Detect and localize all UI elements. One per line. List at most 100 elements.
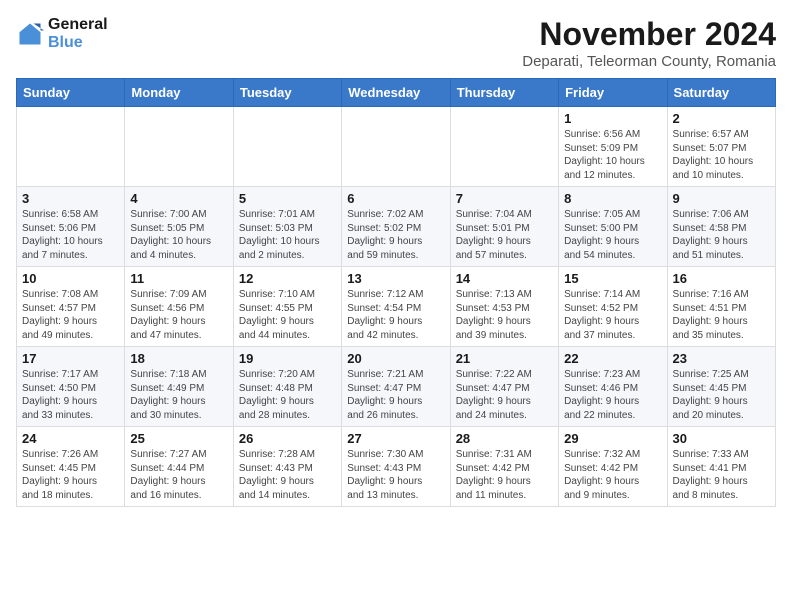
logo-text: General Blue bbox=[48, 16, 108, 51]
calendar-cell: 21 Sunrise: 7:22 AM Sunset: 4:47 PM Dayli… bbox=[450, 347, 558, 427]
day-number: 18 bbox=[130, 351, 227, 366]
day-number: 4 bbox=[130, 191, 227, 206]
day-info: Sunrise: 7:23 AM Sunset: 4:46 PM Dayligh… bbox=[564, 368, 661, 422]
day-number: 26 bbox=[239, 431, 336, 446]
day-info: Sunrise: 7:27 AM Sunset: 4:44 PM Dayligh… bbox=[130, 448, 227, 502]
day-number: 1 bbox=[564, 111, 661, 126]
header-day-saturday: Saturday bbox=[667, 79, 775, 107]
page-header: General Blue November 2024 Deparati, Tel… bbox=[16, 16, 776, 70]
day-info: Sunrise: 6:58 AM Sunset: 5:06 PM Dayligh… bbox=[22, 208, 119, 262]
day-number: 2 bbox=[673, 111, 770, 126]
day-info: Sunrise: 7:26 AM Sunset: 4:45 PM Dayligh… bbox=[22, 448, 119, 502]
header-day-wednesday: Wednesday bbox=[342, 79, 450, 107]
day-number: 19 bbox=[239, 351, 336, 366]
day-info: Sunrise: 7:18 AM Sunset: 4:49 PM Dayligh… bbox=[130, 368, 227, 422]
day-info: Sunrise: 7:00 AM Sunset: 5:05 PM Dayligh… bbox=[130, 208, 227, 262]
day-info: Sunrise: 7:01 AM Sunset: 5:03 PM Dayligh… bbox=[239, 208, 336, 262]
day-info: Sunrise: 7:21 AM Sunset: 4:47 PM Dayligh… bbox=[347, 368, 444, 422]
calendar-cell: 1Sunrise: 6:56 AM Sunset: 5:09 PM Daylig… bbox=[559, 107, 667, 187]
calendar-cell: 12Sunrise: 7:10 AM Sunset: 4:55 PM Dayli… bbox=[233, 267, 341, 347]
day-number: 12 bbox=[239, 271, 336, 286]
calendar-cell: 2 Sunrise: 6:57 AM Sunset: 5:07 PM Daylig… bbox=[667, 107, 775, 187]
header-day-tuesday: Tuesday bbox=[233, 79, 341, 107]
calendar-cell: 27 Sunrise: 7:30 AM Sunset: 4:43 PM Dayli… bbox=[342, 427, 450, 507]
calendar-cell: 19Sunrise: 7:20 AM Sunset: 4:48 PM Dayli… bbox=[233, 347, 341, 427]
calendar-cell: 30Sunrise: 7:33 AM Sunset: 4:41 PM Dayli… bbox=[667, 427, 775, 507]
day-number: 5 bbox=[239, 191, 336, 206]
day-number: 27 bbox=[347, 431, 444, 446]
calendar-cell: 9 Sunrise: 7:06 AM Sunset: 4:58 PM Daylig… bbox=[667, 187, 775, 267]
calendar-cell bbox=[450, 107, 558, 187]
day-info: Sunrise: 7:17 AM Sunset: 4:50 PM Dayligh… bbox=[22, 368, 119, 422]
calendar-cell: 18 Sunrise: 7:18 AM Sunset: 4:49 PM Dayli… bbox=[125, 347, 233, 427]
calendar-cell: 7Sunrise: 7:04 AM Sunset: 5:01 PM Daylig… bbox=[450, 187, 558, 267]
day-number: 25 bbox=[130, 431, 227, 446]
calendar-body: 1Sunrise: 6:56 AM Sunset: 5:09 PM Daylig… bbox=[17, 107, 776, 507]
calendar-cell: 17 Sunrise: 7:17 AM Sunset: 4:50 PM Dayli… bbox=[17, 347, 125, 427]
calendar-cell bbox=[125, 107, 233, 187]
day-number: 24 bbox=[22, 431, 119, 446]
day-info: Sunrise: 7:06 AM Sunset: 4:58 PM Dayligh… bbox=[673, 208, 770, 262]
header-day-monday: Monday bbox=[125, 79, 233, 107]
day-number: 30 bbox=[673, 431, 770, 446]
header-day-friday: Friday bbox=[559, 79, 667, 107]
day-number: 17 bbox=[22, 351, 119, 366]
day-info: Sunrise: 7:22 AM Sunset: 4:47 PM Dayligh… bbox=[456, 368, 553, 422]
day-info: Sunrise: 7:05 AM Sunset: 5:00 PM Dayligh… bbox=[564, 208, 661, 262]
day-info: Sunrise: 7:08 AM Sunset: 4:57 PM Dayligh… bbox=[22, 288, 119, 342]
calendar-header: SundayMondayTuesdayWednesdayThursdayFrid… bbox=[17, 79, 776, 107]
calendar-week-3: 10Sunrise: 7:08 AM Sunset: 4:57 PM Dayli… bbox=[17, 267, 776, 347]
day-number: 3 bbox=[22, 191, 119, 206]
day-number: 16 bbox=[673, 271, 770, 286]
logo: General Blue bbox=[16, 16, 108, 51]
day-number: 15 bbox=[564, 271, 661, 286]
day-number: 28 bbox=[456, 431, 553, 446]
day-number: 14 bbox=[456, 271, 553, 286]
calendar-week-4: 17 Sunrise: 7:17 AM Sunset: 4:50 PM Dayli… bbox=[17, 347, 776, 427]
calendar-cell: 29Sunrise: 7:32 AM Sunset: 4:42 PM Dayli… bbox=[559, 427, 667, 507]
day-info: Sunrise: 7:13 AM Sunset: 4:53 PM Dayligh… bbox=[456, 288, 553, 342]
calendar-week-2: 3 Sunrise: 6:58 AM Sunset: 5:06 PM Daylig… bbox=[17, 187, 776, 267]
calendar-cell bbox=[233, 107, 341, 187]
calendar-cell: 24 Sunrise: 7:26 AM Sunset: 4:45 PM Dayli… bbox=[17, 427, 125, 507]
month-title: November 2024 bbox=[522, 16, 776, 53]
calendar-cell: 11Sunrise: 7:09 AM Sunset: 4:56 PM Dayli… bbox=[125, 267, 233, 347]
calendar-cell bbox=[17, 107, 125, 187]
logo-icon bbox=[16, 20, 44, 48]
calendar-cell: 8 Sunrise: 7:05 AM Sunset: 5:00 PM Daylig… bbox=[559, 187, 667, 267]
day-info: Sunrise: 7:04 AM Sunset: 5:01 PM Dayligh… bbox=[456, 208, 553, 262]
day-number: 22 bbox=[564, 351, 661, 366]
header-day-thursday: Thursday bbox=[450, 79, 558, 107]
day-number: 21 bbox=[456, 351, 553, 366]
day-number: 23 bbox=[673, 351, 770, 366]
day-number: 8 bbox=[564, 191, 661, 206]
calendar-cell: 20 Sunrise: 7:21 AM Sunset: 4:47 PM Dayli… bbox=[342, 347, 450, 427]
calendar-cell: 15 Sunrise: 7:14 AM Sunset: 4:52 PM Dayli… bbox=[559, 267, 667, 347]
calendar-cell: 28Sunrise: 7:31 AM Sunset: 4:42 PM Dayli… bbox=[450, 427, 558, 507]
calendar-cell bbox=[342, 107, 450, 187]
location-subtitle: Deparati, Teleorman County, Romania bbox=[522, 53, 776, 70]
day-info: Sunrise: 7:14 AM Sunset: 4:52 PM Dayligh… bbox=[564, 288, 661, 342]
calendar-cell: 3 Sunrise: 6:58 AM Sunset: 5:06 PM Daylig… bbox=[17, 187, 125, 267]
calendar-cell: 5 Sunrise: 7:01 AM Sunset: 5:03 PM Daylig… bbox=[233, 187, 341, 267]
calendar-week-1: 1Sunrise: 6:56 AM Sunset: 5:09 PM Daylig… bbox=[17, 107, 776, 187]
calendar-cell: 13Sunrise: 7:12 AM Sunset: 4:54 PM Dayli… bbox=[342, 267, 450, 347]
header-day-sunday: Sunday bbox=[17, 79, 125, 107]
calendar-table: SundayMondayTuesdayWednesdayThursdayFrid… bbox=[16, 78, 776, 507]
calendar-cell: 6 Sunrise: 7:02 AM Sunset: 5:02 PM Daylig… bbox=[342, 187, 450, 267]
calendar-cell: 10Sunrise: 7:08 AM Sunset: 4:57 PM Dayli… bbox=[17, 267, 125, 347]
calendar-cell: 14 Sunrise: 7:13 AM Sunset: 4:53 PM Dayli… bbox=[450, 267, 558, 347]
day-number: 20 bbox=[347, 351, 444, 366]
calendar-cell: 4 Sunrise: 7:00 AM Sunset: 5:05 PM Daylig… bbox=[125, 187, 233, 267]
day-number: 6 bbox=[347, 191, 444, 206]
day-info: Sunrise: 6:57 AM Sunset: 5:07 PM Dayligh… bbox=[673, 128, 770, 182]
calendar-cell: 22 Sunrise: 7:23 AM Sunset: 4:46 PM Dayli… bbox=[559, 347, 667, 427]
calendar-cell: 25 Sunrise: 7:27 AM Sunset: 4:44 PM Dayli… bbox=[125, 427, 233, 507]
day-info: Sunrise: 7:28 AM Sunset: 4:43 PM Dayligh… bbox=[239, 448, 336, 502]
calendar-cell: 23Sunrise: 7:25 AM Sunset: 4:45 PM Dayli… bbox=[667, 347, 775, 427]
day-info: Sunrise: 7:02 AM Sunset: 5:02 PM Dayligh… bbox=[347, 208, 444, 262]
header-row: SundayMondayTuesdayWednesdayThursdayFrid… bbox=[17, 79, 776, 107]
day-info: Sunrise: 7:30 AM Sunset: 4:43 PM Dayligh… bbox=[347, 448, 444, 502]
day-number: 9 bbox=[673, 191, 770, 206]
calendar-cell: 26 Sunrise: 7:28 AM Sunset: 4:43 PM Dayli… bbox=[233, 427, 341, 507]
